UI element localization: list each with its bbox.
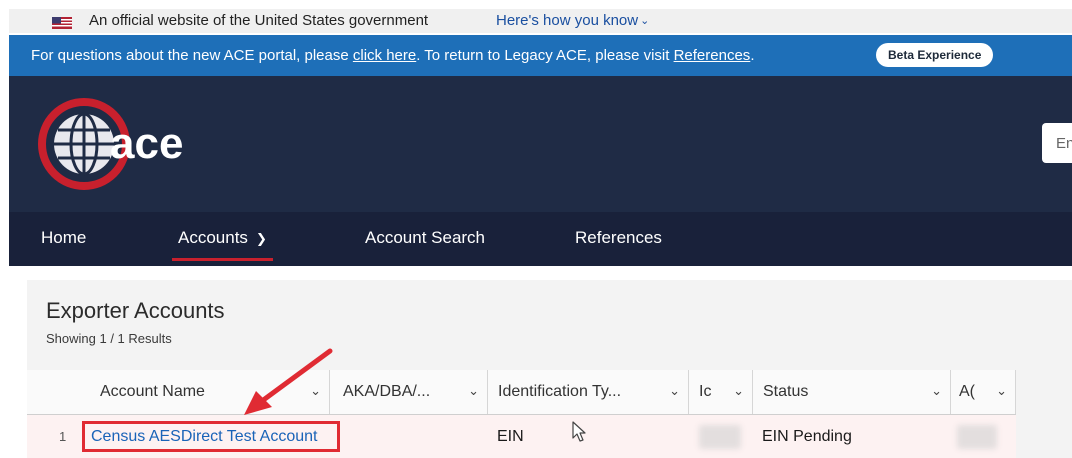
site-header: ace En (9, 76, 1072, 214)
notice-text-3: . (750, 47, 755, 64)
column-header-aka-dba[interactable]: AKA/DBA/... ⌄ (329, 370, 487, 414)
chevron-down-icon: ⌄ (669, 383, 680, 398)
red-arrow-annotation (244, 348, 333, 415)
us-flag-icon (52, 17, 72, 29)
ace-logo[interactable]: ace (34, 94, 204, 194)
chevron-down-icon: ⌄ (733, 383, 744, 398)
gov-banner: An official website of the United States… (9, 9, 1072, 33)
logo-text: ace (110, 119, 183, 168)
column-header-identification-type[interactable]: Identification Ty... ⌄ (487, 370, 688, 414)
gov-banner-text: An official website of the United States… (89, 12, 429, 29)
column-label: Ic (699, 383, 712, 400)
click-here-link[interactable]: click here (353, 47, 416, 64)
nav-item-home[interactable]: Home (41, 228, 86, 248)
notice-text-2: . To return to Legacy ACE, please visit (416, 47, 674, 64)
chevron-down-icon: ⌄ (931, 383, 942, 398)
column-label: Status (763, 383, 809, 400)
nav-item-references[interactable]: References (575, 228, 662, 248)
column-label: A( (959, 383, 975, 400)
nav-item-accounts-label: Accounts (178, 228, 248, 247)
column-label: AKA/DBA/... (343, 383, 431, 400)
account-highlight-box (82, 421, 340, 452)
chevron-down-icon: ⌄ (996, 383, 1007, 398)
how-you-know-link[interactable]: Here's how you know ⌄ (496, 12, 649, 29)
redacted-a-cell (957, 425, 997, 449)
nav-item-account-search[interactable]: Account Search (365, 228, 485, 248)
beta-experience-button[interactable]: Beta Experience (876, 43, 994, 67)
status-cell: EIN Pending (762, 427, 852, 445)
column-header-status[interactable]: Status ⌄ (752, 370, 950, 414)
chevron-down-icon: ❯ (255, 231, 267, 246)
main-nav: Home Accounts ❯ Account Search References (9, 212, 1072, 266)
column-header-a[interactable]: A( ⌄ (950, 370, 1016, 414)
references-link[interactable]: References (674, 47, 751, 64)
page-title: Exporter Accounts (46, 298, 225, 323)
column-label: Account Name (100, 383, 205, 400)
row-number-header (27, 370, 85, 414)
row-number: 1 (59, 429, 67, 444)
how-you-know-label: Here's how you know (496, 12, 639, 29)
redacted-id-cell (699, 425, 741, 449)
identification-type-cell: EIN (497, 427, 524, 445)
header-search-input[interactable]: En (1042, 123, 1072, 163)
notice-text: For questions about the new ACE portal, … (31, 47, 754, 64)
chevron-down-icon: ⌄ (640, 15, 650, 27)
mouse-cursor-icon (572, 421, 586, 442)
column-label: Identification Ty... (498, 383, 622, 400)
column-header-id[interactable]: Ic ⌄ (688, 370, 752, 414)
portal-notice-bar: For questions about the new ACE portal, … (9, 35, 1072, 76)
chevron-down-icon: ⌄ (468, 383, 479, 398)
table-header: Account Name ⌄ AKA/DBA/... ⌄ Identificat… (27, 370, 1016, 415)
nav-item-accounts[interactable]: Accounts ❯ (172, 228, 273, 261)
results-count: Showing 1 / 1 Results (46, 331, 172, 346)
notice-text-1: For questions about the new ACE portal, … (31, 47, 353, 64)
